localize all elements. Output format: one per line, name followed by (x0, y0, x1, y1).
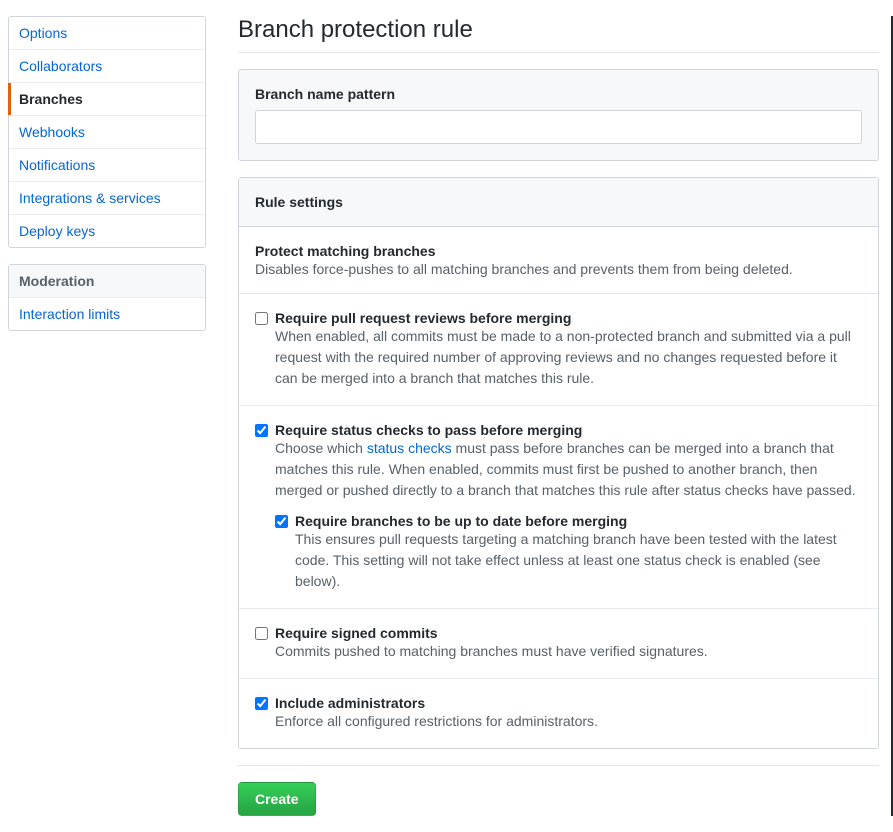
rule-status-checks-title[interactable]: Require status checks to pass before mer… (275, 422, 862, 438)
checkbox-signed-commits[interactable] (255, 627, 268, 640)
rule-include-admins: Include administrators Enforce all confi… (239, 679, 878, 748)
rule-settings-box: Rule settings Protect matching branches … (238, 177, 879, 749)
rule-up-to-date-title[interactable]: Require branches to be up to date before… (295, 513, 862, 529)
sidebar-item-deploy-keys[interactable]: Deploy keys (9, 215, 205, 247)
rule-status-checks-desc: Choose which status checks must pass bef… (275, 438, 862, 501)
branch-pattern-input[interactable] (255, 110, 862, 144)
sidebar-item-integrations[interactable]: Integrations & services (9, 182, 205, 215)
page-title: Branch protection rule (238, 16, 879, 53)
rule-up-to-date: Require branches to be up to date before… (275, 513, 862, 592)
sidebar-item-collaborators[interactable]: Collaborators (9, 50, 205, 83)
rule-signed-commits: Require signed commits Commits pushed to… (239, 609, 878, 679)
sidebar-item-branches[interactable]: Branches (9, 83, 205, 116)
rule-pr-reviews-desc: When enabled, all commits must be made t… (275, 326, 862, 389)
checkbox-up-to-date[interactable] (275, 515, 288, 528)
main-content: Branch protection rule Branch name patte… (206, 16, 893, 816)
divider (238, 765, 879, 766)
status-checks-desc-pre: Choose which (275, 440, 367, 456)
create-button[interactable]: Create (238, 782, 316, 816)
sidebar-item-interaction-limits[interactable]: Interaction limits (9, 298, 205, 330)
branch-pattern-box: Branch name pattern (238, 69, 879, 161)
checkbox-status-checks[interactable] (255, 424, 268, 437)
rule-include-admins-title[interactable]: Include administrators (275, 695, 862, 711)
rule-signed-commits-title[interactable]: Require signed commits (275, 625, 862, 641)
sidebar-item-webhooks[interactable]: Webhooks (9, 116, 205, 149)
settings-menu-primary: Options Collaborators Branches Webhooks … (8, 16, 206, 248)
settings-sidebar: Options Collaborators Branches Webhooks … (8, 16, 206, 816)
protect-subhead: Protect matching branches Disables force… (239, 227, 878, 294)
checkbox-pr-reviews[interactable] (255, 312, 268, 325)
settings-menu-moderation: Moderation Interaction limits (8, 264, 206, 331)
moderation-heading: Moderation (9, 265, 205, 298)
branch-pattern-label: Branch name pattern (255, 86, 862, 102)
rule-settings-heading: Rule settings (255, 194, 862, 210)
sidebar-item-notifications[interactable]: Notifications (9, 149, 205, 182)
rule-include-admins-desc: Enforce all configured restrictions for … (275, 711, 862, 732)
rule-signed-commits-desc: Commits pushed to matching branches must… (275, 641, 862, 662)
status-checks-link[interactable]: status checks (367, 440, 452, 456)
protect-desc: Disables force-pushes to all matching br… (255, 261, 862, 277)
rule-pr-reviews-title[interactable]: Require pull request reviews before merg… (275, 310, 862, 326)
sidebar-item-options[interactable]: Options (9, 17, 205, 50)
rule-settings-header: Rule settings (239, 178, 878, 227)
protect-heading: Protect matching branches (255, 243, 862, 259)
rule-status-checks: Require status checks to pass before mer… (239, 406, 878, 609)
checkbox-include-admins[interactable] (255, 697, 268, 710)
rule-pr-reviews: Require pull request reviews before merg… (239, 294, 878, 406)
rule-up-to-date-desc: This ensures pull requests targeting a m… (295, 529, 862, 592)
